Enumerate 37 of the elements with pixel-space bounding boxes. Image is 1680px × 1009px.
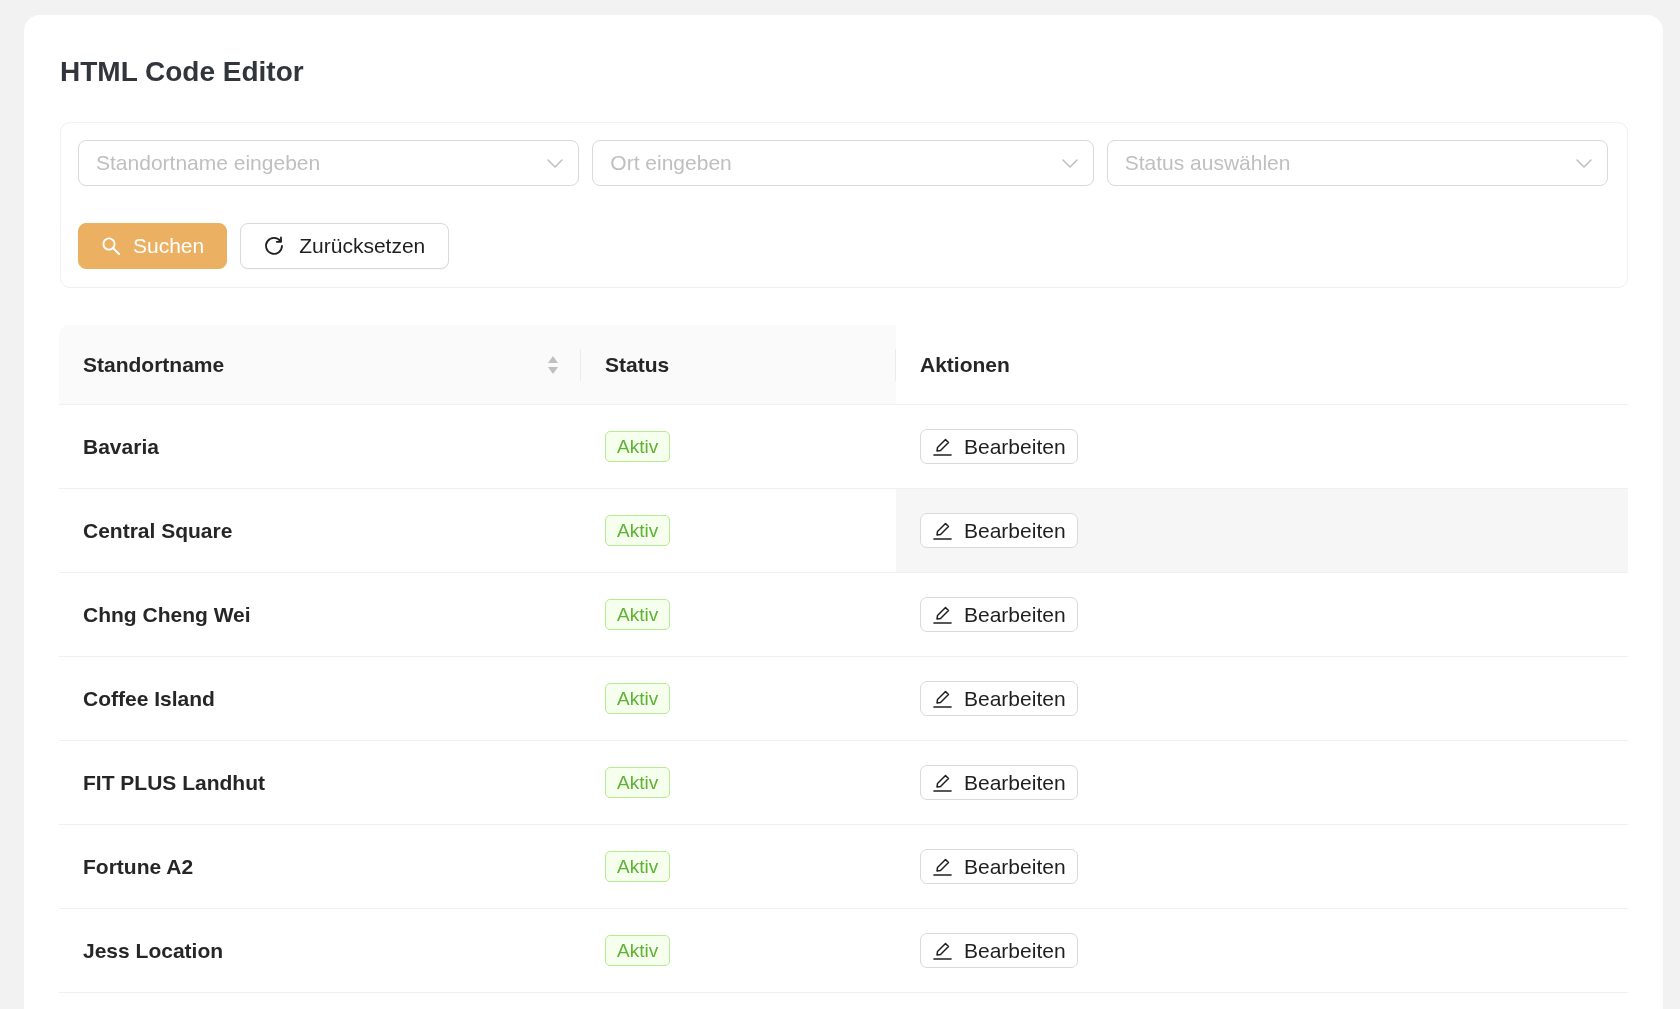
table-cell-text: Fortune A2: [82, 853, 195, 880]
edit-button[interactable]: Bearbeiten: [920, 429, 1078, 464]
column-header: Status: [581, 325, 896, 404]
status-tag: Aktiv: [605, 851, 671, 882]
edit-button[interactable]: Bearbeiten: [920, 681, 1078, 716]
table-cell-text: Coffee Island: [82, 685, 216, 712]
table-cell-text: Chng Cheng Wei: [82, 601, 252, 628]
table-cell-text: Central Square: [82, 517, 234, 544]
table-cell-text: Bavaria: [82, 433, 160, 460]
table-cell-text: Jess Location: [82, 937, 225, 964]
chevron-down-icon: [1576, 158, 1592, 168]
pencil-icon: [933, 941, 952, 960]
status-tag: Aktiv: [605, 935, 671, 966]
status-tag: Aktiv: [605, 599, 671, 630]
status-tag: Aktiv: [605, 515, 671, 546]
pencil-icon: [933, 521, 952, 540]
column-header[interactable]: Standortname: [59, 325, 581, 404]
pencil-icon: [933, 773, 952, 792]
status-tag: Aktiv: [605, 431, 671, 462]
pencil-icon: [933, 437, 952, 456]
chevron-down-icon: [547, 158, 564, 168]
page-title: HTML Code Editor: [60, 55, 304, 89]
pencil-icon: [933, 605, 952, 624]
table-cell-text: FIT PLUS Landhut: [82, 769, 266, 796]
edit-button[interactable]: Bearbeiten: [920, 597, 1078, 632]
reset-icon: [264, 236, 285, 256]
edit-button[interactable]: Bearbeiten: [920, 765, 1078, 800]
status-tag: Aktiv: [605, 683, 671, 714]
pencil-icon: [933, 689, 952, 708]
edit-button[interactable]: Bearbeiten: [920, 849, 1078, 884]
edit-button[interactable]: Bearbeiten: [920, 933, 1078, 968]
status-tag: Aktiv: [605, 767, 671, 798]
reset-button[interactable]: Zurücksetzen: [240, 223, 450, 269]
edit-button[interactable]: Bearbeiten: [920, 513, 1078, 548]
pencil-icon: [933, 857, 952, 876]
chevron-down-icon: [1061, 158, 1078, 168]
search-icon: [102, 237, 120, 255]
